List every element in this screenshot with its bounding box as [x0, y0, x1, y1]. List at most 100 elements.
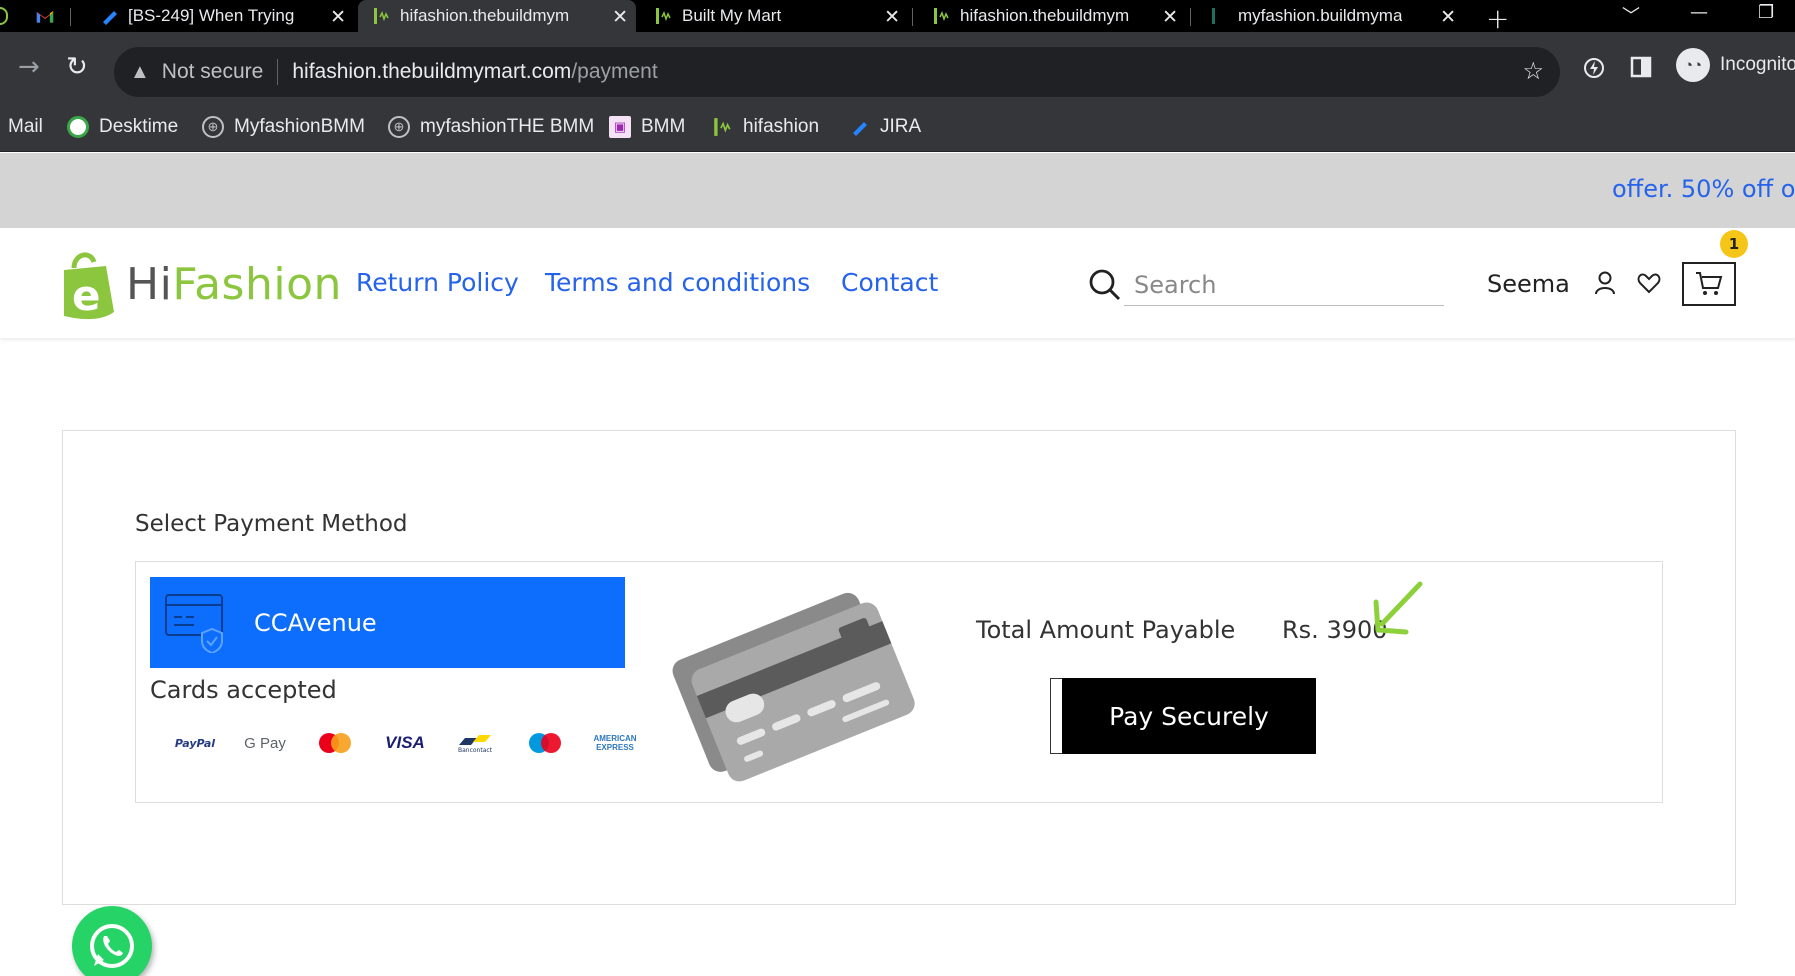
url-host: hifashion.thebuildmymart.com	[292, 60, 572, 83]
bookmark-bmm[interactable]: ▣ BMM	[609, 116, 685, 138]
bookmark-label: myfashionTHE BMM	[420, 116, 595, 137]
new-tab-button[interactable]: +	[1486, 2, 1509, 35]
brand-prefix: Hi	[126, 258, 173, 310]
browser-tab-strip: [BS-249] When Trying ✕ hifashion.thebuil…	[0, 0, 1795, 35]
cart-count-badge: 1	[1720, 230, 1748, 258]
close-icon[interactable]: ✕	[1440, 6, 1456, 29]
visa-text: VISA	[385, 733, 425, 752]
nav-contact[interactable]: Contact	[841, 268, 938, 297]
gpay-text: G Pay	[244, 734, 286, 752]
close-icon[interactable]: ✕	[330, 6, 346, 29]
brand-name: HiFashion	[126, 259, 342, 310]
bookmark-jira[interactable]: JIRA	[848, 116, 921, 138]
secure-card-icon	[165, 593, 223, 653]
bookmark-hifashion[interactable]: hifashion	[711, 116, 819, 138]
whatsapp-icon	[90, 924, 134, 968]
nav-return-policy[interactable]: Return Policy	[356, 268, 519, 297]
whatsapp-button[interactable]	[72, 906, 152, 976]
site-icon	[654, 7, 672, 25]
desktime-icon	[67, 116, 89, 138]
site-logo[interactable]: e HiFashion	[60, 248, 342, 320]
paypal-logo-icon: PayPal	[160, 728, 230, 758]
amex-text: AMERICAN EXPRESS	[593, 734, 637, 752]
bookmarks-bar: Mail Desktime ⊕ MyfashionBMM ⊕ myfashion…	[0, 104, 1795, 152]
warning-icon: ▲	[130, 60, 150, 83]
shopping-bag-logo-icon: e	[64, 252, 114, 320]
extension-icon[interactable]	[1582, 56, 1606, 86]
cards-accepted-label: Cards accepted	[150, 676, 337, 704]
payment-box: CCAvenue Cards accepted PayPal G Pay VIS…	[135, 561, 1663, 803]
tab-myfashion[interactable]: myfashion.buildmyma ✕	[1196, 0, 1464, 32]
browser-toolbar: → ↻ ▲ Not secure hifashion.thebuildmymar…	[0, 32, 1795, 114]
close-icon[interactable]: ✕	[1162, 6, 1178, 29]
tab-title: Built My Mart	[682, 6, 782, 25]
tab-title: hifashion.thebuildmym	[960, 6, 1130, 25]
tab-separator	[70, 8, 71, 26]
annotation-arrow-icon	[1373, 581, 1423, 635]
side-panel-icon[interactable]	[1630, 56, 1652, 84]
bookmark-label: JIRA	[880, 116, 922, 137]
search-bar	[1088, 264, 1444, 308]
bookmark-mail[interactable]: Mail	[8, 116, 43, 138]
card-logos: PayPal G Pay VISA Bancontact AMERICAN EX…	[160, 728, 650, 758]
nav-terms[interactable]: Terms and conditions	[545, 268, 810, 297]
bookmark-label: BMM	[641, 116, 686, 137]
tab-title: [BS-249] When Trying	[128, 6, 295, 25]
address-divider	[277, 59, 279, 85]
close-icon[interactable]: ✕	[612, 6, 628, 29]
bookmark-star-icon[interactable]: ☆	[1522, 57, 1544, 86]
pay-securely-button[interactable]: Pay Securely	[1062, 678, 1316, 754]
bookmark-myfashion-the-bmm[interactable]: ⊕ myfashionTHE BMM	[388, 116, 594, 138]
bookmark-label: hifashion	[743, 116, 820, 137]
tab-pinned[interactable]	[0, 0, 16, 32]
close-icon[interactable]: ✕	[884, 6, 900, 29]
jira-icon	[848, 116, 870, 138]
tab-search-icon[interactable]: ﹀	[1622, 2, 1640, 28]
address-bar[interactable]: ▲ Not secure hifashion.thebuildmymart.co…	[114, 47, 1560, 97]
amex-logo-icon: AMERICAN EXPRESS	[580, 728, 650, 758]
restore-icon[interactable]: ❐	[1758, 2, 1774, 23]
announcement-text: offer. 50% off on	[1612, 175, 1795, 203]
search-icon[interactable]	[1088, 268, 1122, 306]
url-path: /payment	[571, 60, 658, 83]
user-name[interactable]: Seema	[1487, 270, 1570, 298]
forward-icon[interactable]: →	[18, 52, 40, 82]
bookmark-desktime[interactable]: Desktime	[67, 116, 178, 138]
bancontact-logo-icon: Bancontact	[440, 728, 510, 758]
bookmark-label: MyfashionBMM	[234, 116, 365, 137]
tab-hifashion-active[interactable]: hifashion.thebuildmym ✕	[358, 0, 636, 32]
tab-hifashion[interactable]: hifashion.thebuildmym ✕	[918, 0, 1186, 32]
bookmark-label: Desktime	[99, 116, 179, 137]
payment-method-ccavenue[interactable]: CCAvenue	[150, 577, 625, 668]
globe-icon: ⊕	[202, 116, 224, 138]
globe-icon: ⊕	[388, 116, 410, 138]
tab-gmail[interactable]	[36, 0, 66, 32]
heart-icon[interactable]	[1637, 272, 1661, 298]
bookmark-myfashionbmm[interactable]: ⊕ MyfashionBMM	[202, 116, 365, 138]
minimize-icon[interactable]: —	[1690, 2, 1708, 23]
site-header: e HiFashion Return Policy Terms and cond…	[0, 228, 1795, 338]
tab-jira-issue[interactable]: [BS-249] When Trying ✕	[86, 0, 354, 32]
brand-suffix: Fashion	[172, 258, 342, 310]
reload-icon[interactable]: ↻	[66, 52, 88, 82]
announcement-bar: offer. 50% off on	[0, 153, 1795, 228]
tab-separator	[912, 8, 913, 26]
security-status[interactable]: Not secure	[162, 60, 264, 84]
paypal-text: PayPal	[174, 736, 216, 750]
maestro-logo-icon	[510, 728, 580, 758]
user-icon[interactable]	[1594, 270, 1616, 300]
site-icon	[932, 7, 950, 25]
svg-text:e: e	[72, 271, 101, 320]
total-amount-label: Total Amount Payable	[976, 616, 1236, 644]
bookmark-label: Mail	[8, 116, 43, 137]
tab-built-my-mart[interactable]: Built My Mart ✕	[640, 0, 908, 32]
cart-icon	[1696, 272, 1723, 295]
site-icon	[1210, 7, 1228, 25]
search-input[interactable]	[1124, 264, 1444, 306]
site-icon	[372, 7, 390, 25]
incognito-indicator[interactable]: ◔◔ Incognito	[1676, 48, 1795, 82]
cart-button[interactable]	[1682, 262, 1736, 306]
incognito-icon: ◔◔	[1676, 48, 1710, 82]
extension-icon	[0, 7, 8, 25]
tab-title: hifashion.thebuildmym	[400, 6, 570, 25]
